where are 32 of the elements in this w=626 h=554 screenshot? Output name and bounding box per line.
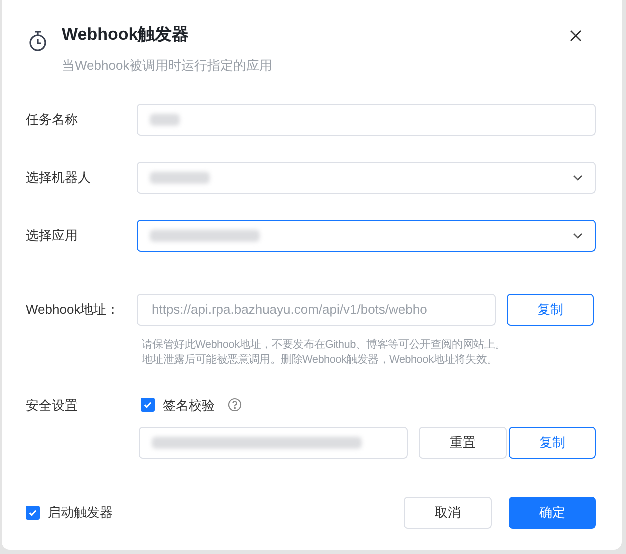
input-field[interactable] <box>137 104 596 136</box>
dialog-title: Webhook触发器 <box>62 24 190 46</box>
checkbox[interactable] <box>26 506 40 520</box>
copy-button[interactable]: 复制 <box>509 427 596 459</box>
field-label: 选择机器人 <box>26 168 92 187</box>
webhook-url-field[interactable]: https://api.rpa.bazhuayu.com/api/v1/bots/webho <box>137 294 496 326</box>
dialog-subtitle: 当Webhook被调用时运行指定的应用 <box>62 57 274 75</box>
webhook-hint: 请保管好此Webhook地址，不要发布在Github、博客等可公开查阅的网站上。 <box>142 338 507 352</box>
select-field[interactable] <box>137 220 596 252</box>
redacted-value <box>150 114 180 126</box>
checkbox[interactable] <box>141 398 155 412</box>
chevron-down-icon <box>573 232 583 238</box>
field-label: Webhook地址： <box>26 300 121 319</box>
redacted-value <box>150 172 210 184</box>
help-icon <box>228 398 242 412</box>
close-icon <box>570 30 582 42</box>
cancel-button[interactable]: 取消 <box>404 497 492 529</box>
checkbox-label: 启动触发器 <box>48 504 113 522</box>
close-button[interactable] <box>570 30 582 42</box>
confirm-button[interactable]: 确定 <box>509 497 596 529</box>
field-label: 任务名称 <box>26 110 79 129</box>
webhook-hint: 地址泄露后可能被恶意调用。删除Webhook触发器，Webhook地址将失效。 <box>142 352 499 368</box>
checkbox-label: 签名校验 <box>163 396 215 414</box>
field-label: 安全设置 <box>26 396 79 414</box>
copy-button[interactable]: 复制 <box>507 294 594 326</box>
check-icon <box>28 508 38 518</box>
signature-field[interactable] <box>139 427 408 459</box>
chevron-down-icon <box>573 174 583 180</box>
check-icon <box>143 400 153 410</box>
timer-icon <box>28 30 48 52</box>
reset-button[interactable]: 重置 <box>419 427 507 459</box>
field-label: 选择应用 <box>26 226 79 245</box>
